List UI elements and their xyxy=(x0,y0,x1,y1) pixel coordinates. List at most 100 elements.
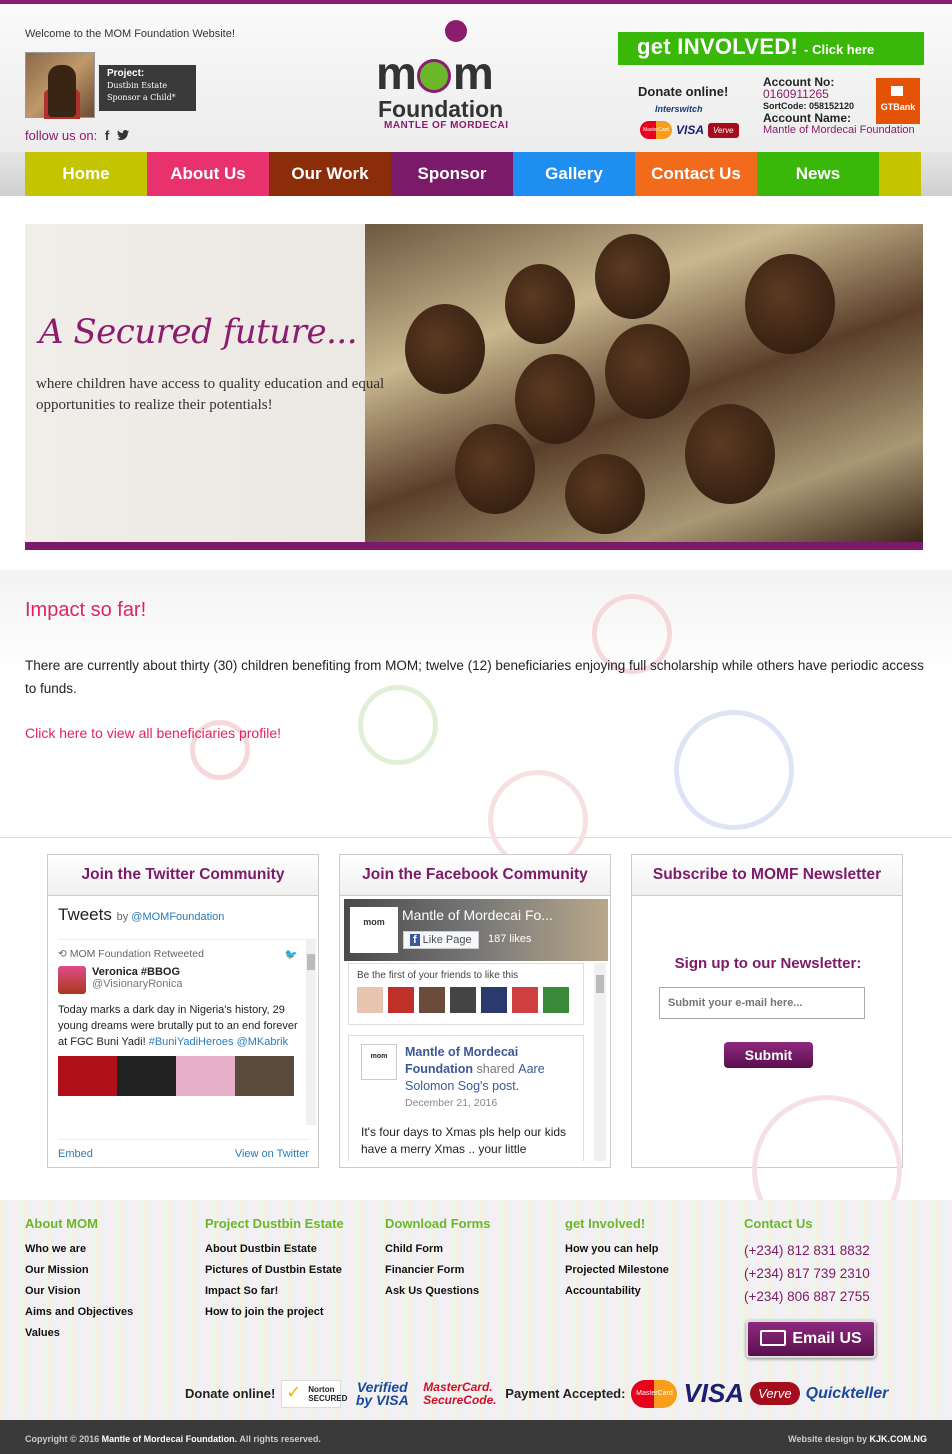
tweets-label: Tweets xyxy=(58,905,112,924)
impact-title: Impact so far! xyxy=(25,599,147,621)
verve-logo: Verve xyxy=(750,1382,800,1405)
verve-logo: Verve xyxy=(708,122,739,138)
nav-contact-us[interactable]: Contact Us xyxy=(635,152,757,196)
footer-col-project: Project Dustbin Estate About Dustbin Est… xyxy=(205,1216,385,1327)
phone-number[interactable]: (+234) 806 887 2755 xyxy=(744,1289,924,1304)
project-label[interactable]: Project: Dustbin Estate Sponsor a Child* xyxy=(97,65,196,111)
footer-link[interactable]: About Dustbin Estate xyxy=(205,1243,385,1255)
email-us-button[interactable]: Email US xyxy=(746,1320,876,1358)
tweets-by: by xyxy=(116,911,129,923)
footer-link[interactable]: Accountability xyxy=(565,1285,745,1297)
impact-section: Impact so far! There are currently about… xyxy=(0,570,952,870)
tweet-user-handle: @VisionaryRonica xyxy=(92,978,183,990)
avatar[interactable] xyxy=(543,987,569,1013)
copyright-year: Copyright © 2016 xyxy=(25,1434,100,1444)
copyright: Copyright © 2016 Mantle of Mordecai Foun… xyxy=(25,1434,321,1444)
avatar[interactable] xyxy=(58,966,86,994)
footer-link[interactable]: Our Mission xyxy=(25,1264,205,1276)
envelope-icon xyxy=(760,1330,787,1346)
banner-underline xyxy=(25,542,923,550)
newsletter-email-input[interactable] xyxy=(659,987,865,1019)
fb-likes-count: 187 likes xyxy=(488,933,532,945)
footer-link[interactable]: Aims and Objectives xyxy=(25,1306,205,1318)
logo-foundation: Foundation xyxy=(378,96,504,122)
twitter-bird-icon: 🐦 xyxy=(284,949,298,961)
footer-link[interactable]: Values xyxy=(25,1327,205,1339)
mastercard-securecode-badge: MasterCard. SecureCode. xyxy=(423,1379,497,1407)
fb-post: mom Mantle of Mordecai Foundation shared… xyxy=(348,1035,584,1161)
phone-number[interactable]: (+234) 812 831 8832 xyxy=(744,1243,924,1258)
nav-sponsor[interactable]: Sponsor xyxy=(391,152,513,196)
footer-link[interactable]: Impact So far! xyxy=(205,1285,385,1297)
footer-link[interactable]: Child Form xyxy=(385,1243,565,1255)
footer-link[interactable]: How you can help xyxy=(565,1243,745,1255)
tweet-scrollbar[interactable] xyxy=(306,940,316,1125)
embed-link[interactable]: Embed xyxy=(58,1148,93,1160)
designer-link[interactable]: KJK.COM.NG xyxy=(869,1434,927,1444)
facebook-icon[interactable]: f xyxy=(105,128,109,143)
footer-link[interactable]: Our Vision xyxy=(25,1285,205,1297)
newsletter-heading: Subscribe to MOMF Newsletter xyxy=(632,855,902,896)
newsletter-title: Sign up to our Newsletter: xyxy=(674,955,862,972)
fb-post-text: It's four days to Xmas pls help our kids… xyxy=(361,1125,567,1161)
get-involved-label: get INVOLVED! xyxy=(637,34,799,59)
footer-link[interactable]: Projected Milestone xyxy=(565,1264,745,1276)
retweet-text: MOM Foundation Retweeted xyxy=(69,948,204,960)
newsletter-submit-button[interactable]: Submit xyxy=(724,1042,813,1068)
avatar[interactable] xyxy=(388,987,414,1013)
fb-post-header: mom Mantle of Mordecai Foundation shared… xyxy=(361,1044,571,1112)
fb-post-logo[interactable]: mom xyxy=(361,1044,397,1080)
phone-number[interactable]: (+234) 817 739 2310 xyxy=(744,1266,924,1281)
fb-like-button[interactable]: f Like Page xyxy=(403,931,479,949)
twitter-heading: Join the Twitter Community xyxy=(48,855,318,896)
footer-link[interactable]: Ask Us Questions xyxy=(385,1285,565,1297)
tweets-handle[interactable]: @MOMFoundation xyxy=(131,911,224,923)
nav-about-us[interactable]: About Us xyxy=(147,152,269,196)
avatar[interactable] xyxy=(357,987,383,1013)
banner-tagline: A Secured future... xyxy=(39,312,358,352)
nav-our-work[interactable]: Our Work xyxy=(269,152,391,196)
nav-news[interactable]: News xyxy=(757,152,879,196)
project-photo[interactable] xyxy=(25,52,95,119)
get-involved-button[interactable]: get INVOLVED! - Click here xyxy=(618,32,924,65)
newsletter-widget: Subscribe to MOMF Newsletter Sign up to … xyxy=(631,854,903,1245)
footer-link[interactable]: How to join the project xyxy=(205,1306,385,1318)
logo-head-icon xyxy=(445,20,467,42)
fb-friends-box: Be the first of your friends to like thi… xyxy=(348,963,584,1025)
fb-page-name[interactable]: Mantle of Mordecai Fo... xyxy=(402,907,553,923)
nav-gallery[interactable]: Gallery xyxy=(513,152,635,196)
tweet-mention[interactable]: @MKabrik xyxy=(237,1036,289,1048)
hero-banner: A Secured future... where children have … xyxy=(25,224,923,542)
interswitch-logo: Interswitch xyxy=(655,104,703,114)
tweet-author[interactable]: Veronica #BBOG @VisionaryRonica xyxy=(58,966,298,994)
footer-col-title: Download Forms xyxy=(385,1216,491,1231)
view-on-twitter-link[interactable]: View on Twitter xyxy=(235,1148,309,1160)
tweet-image[interactable] xyxy=(58,1056,294,1096)
tweet-hashtag[interactable]: #BuniYadiHeroes xyxy=(149,1036,234,1048)
donate-online-label: Donate online! xyxy=(638,84,729,99)
twitter-icon[interactable] xyxy=(116,128,129,143)
footer-link[interactable]: Pictures of Dustbin Estate xyxy=(205,1264,385,1276)
nav-home[interactable]: Home xyxy=(25,152,147,196)
avatar[interactable] xyxy=(450,987,476,1013)
logo-subtitle: MANTLE OF MORDECAI xyxy=(384,120,509,131)
twitter-timeline: Tweets by @MOMFoundation ⟲ MOM Foundatio… xyxy=(58,905,316,1161)
site-header: Welcome to the MOM Foundation Website! P… xyxy=(0,4,952,152)
avatar[interactable] xyxy=(512,987,538,1013)
nav-right-edge xyxy=(921,152,952,196)
avatar[interactable] xyxy=(481,987,507,1013)
fb-post-date[interactable]: December 21, 2016 xyxy=(405,1095,571,1112)
tweet-list: ⟲ MOM Foundation Retweeted 🐦 Veronica #B… xyxy=(58,939,316,1125)
facebook-page-header[interactable]: mom Mantle of Mordecai Fo... f Like Page … xyxy=(344,899,608,961)
footer-link[interactable]: Who we are xyxy=(25,1243,205,1255)
visa-logo: VISA xyxy=(683,1378,745,1408)
avatar[interactable] xyxy=(419,987,445,1013)
tweet-user: Veronica #BBOG xyxy=(92,966,181,978)
account-name: Mantle of Mordecai Foundation xyxy=(763,124,915,136)
beneficiaries-link[interactable]: Click here to view all beneficiaries pro… xyxy=(25,725,281,741)
fb-scrollbar[interactable] xyxy=(594,963,606,1161)
fb-page-logo[interactable]: mom xyxy=(350,907,398,953)
footer-link[interactable]: Financier Form xyxy=(385,1264,565,1276)
norton-badge: Norton SECURED xyxy=(281,1379,347,1408)
site-logo[interactable]: mm Foundation MANTLE OF MORDECAI xyxy=(376,18,536,134)
